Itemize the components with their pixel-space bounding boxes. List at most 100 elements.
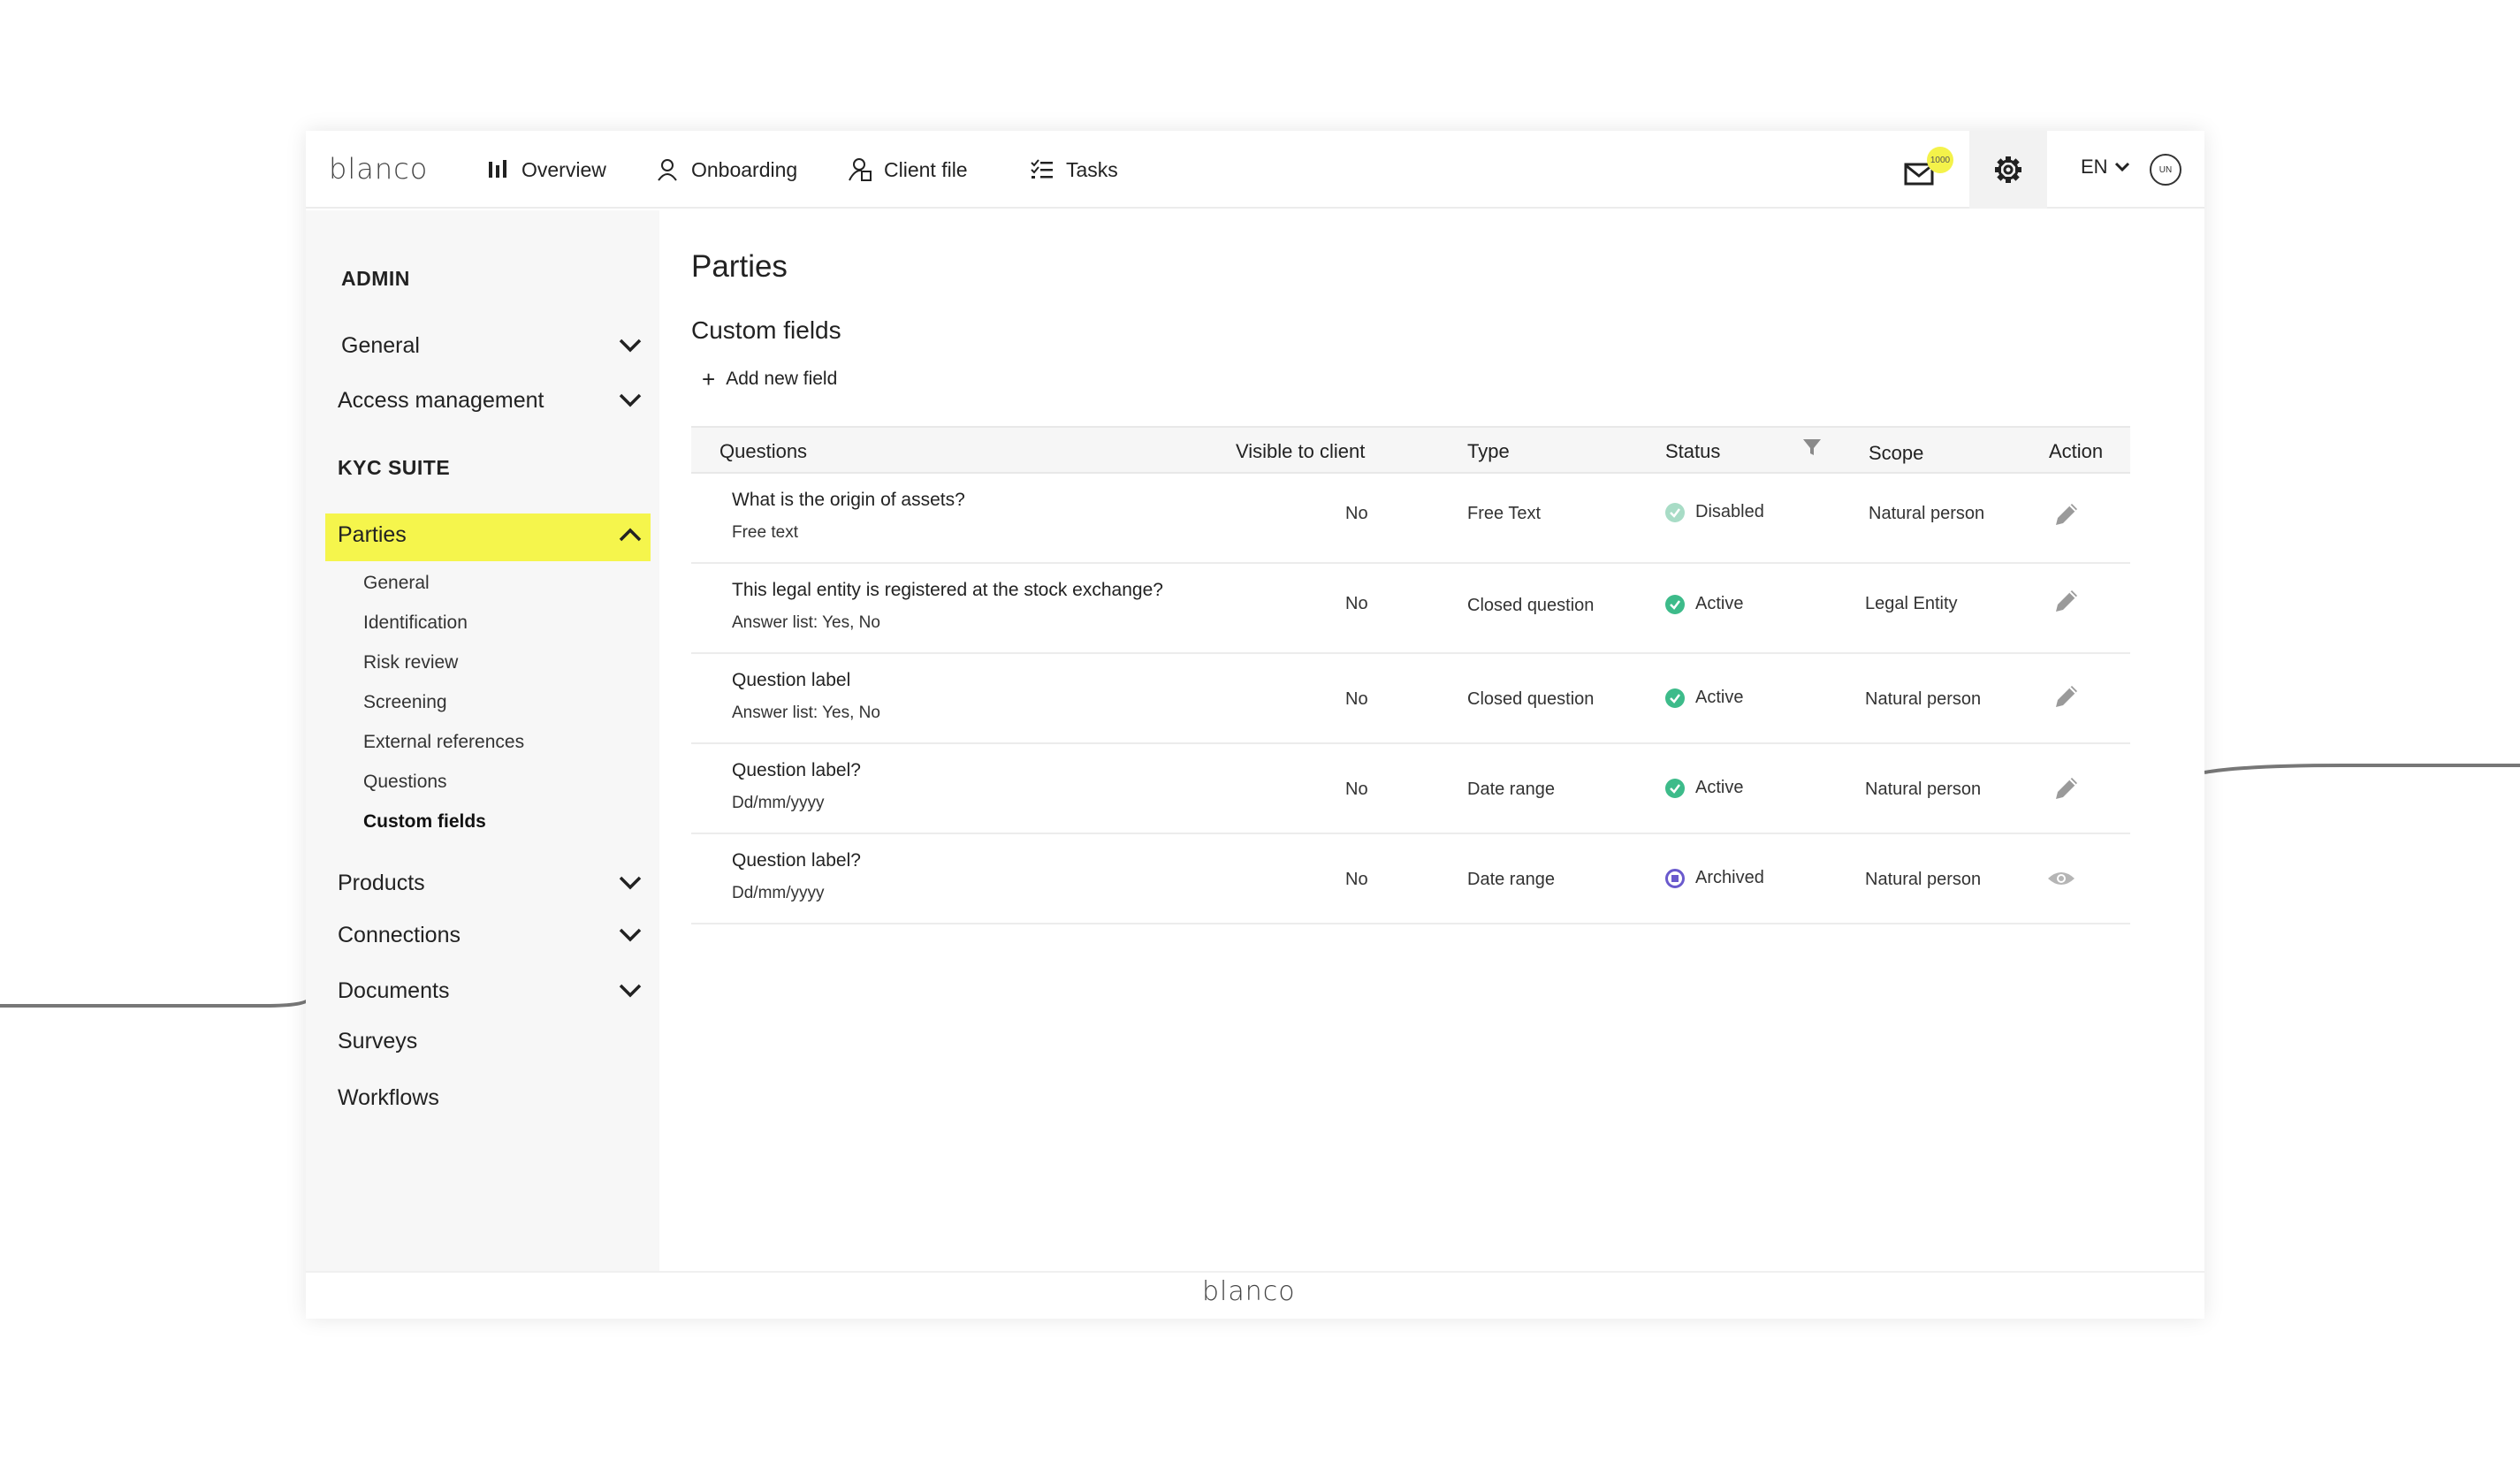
- bar-chart-icon: [484, 156, 511, 183]
- sidebar-item-label: Access management: [338, 387, 544, 413]
- sidebar-subitem-identification[interactable]: Identification: [363, 612, 468, 634]
- question-text: Question label?: [732, 850, 861, 871]
- chevron-down-icon: [617, 870, 643, 896]
- table-row: Question label? Dd/mm/yyyy No Date range…: [691, 834, 2130, 924]
- check-circle-icon: [1665, 778, 1685, 798]
- language-selector[interactable]: EN: [2081, 156, 2131, 179]
- chevron-down-icon: [617, 332, 643, 359]
- sidebar-item-label: Workflows: [338, 1085, 439, 1110]
- check-circle-icon: [1665, 502, 1685, 522]
- check-circle-icon: [1665, 594, 1685, 614]
- sidebar-subitem-custom-fields[interactable]: Custom fields: [363, 811, 486, 833]
- status-label: Disabled: [1695, 502, 1764, 521]
- sidebar-subitem-questions[interactable]: Questions: [363, 772, 447, 793]
- status-cell: Archived: [1665, 868, 1764, 888]
- plus-icon: +: [702, 366, 716, 392]
- archived-icon: [1665, 868, 1685, 888]
- scope-value: Natural person: [1865, 870, 1982, 889]
- nav-client-file[interactable]: Client file: [847, 152, 968, 187]
- page-title: Parties: [691, 249, 788, 284]
- app-window: blanco Overview Onboarding Client file T…: [306, 131, 2204, 1319]
- column-header-scope: Scope: [1869, 442, 1924, 464]
- table-row: Question label? Dd/mm/yyyy No Date range…: [691, 744, 2130, 834]
- eye-icon[interactable]: [2044, 861, 2079, 896]
- question-text: This legal entity is registered at the s…: [732, 580, 1163, 600]
- user-avatar[interactable]: UN: [2150, 154, 2181, 186]
- chevron-down-icon: [617, 922, 643, 948]
- edit-icon[interactable]: [2049, 679, 2084, 714]
- question-subtext: Answer list: Yes, No: [732, 704, 880, 722]
- sidebar-item-products[interactable]: Products: [338, 870, 643, 896]
- edit-icon[interactable]: [2049, 583, 2084, 619]
- chevron-down-icon: [2114, 162, 2129, 172]
- column-header-visible: Visible to client: [1236, 440, 1366, 462]
- status-label: Active: [1695, 688, 1744, 707]
- add-new-field-button[interactable]: + Add new field: [702, 368, 837, 391]
- settings-button[interactable]: [1969, 131, 2047, 209]
- sidebar-item-general[interactable]: General: [341, 332, 643, 359]
- sidebar-item-parties[interactable]: Parties: [338, 521, 643, 548]
- scope-value: Natural person: [1865, 780, 1982, 799]
- user-icon: [654, 156, 681, 183]
- visible-value: No: [1345, 689, 1368, 709]
- scope-value: Legal Entity: [1865, 594, 1958, 613]
- question-text: Question label: [732, 670, 851, 690]
- messages-badge: 1000: [1927, 147, 1953, 173]
- type-value: Date range: [1467, 870, 1555, 889]
- column-header-status: Status: [1665, 440, 1721, 462]
- sidebar-item-label: Connections: [338, 922, 461, 947]
- footer-divider: [306, 1271, 2204, 1273]
- edit-icon[interactable]: [2049, 771, 2084, 806]
- column-header-action: Action: [2049, 440, 2104, 462]
- admin-heading: ADMIN: [341, 267, 410, 290]
- sidebar-item-connections[interactable]: Connections: [338, 922, 643, 948]
- sidebar-item-label: Documents: [338, 977, 450, 1003]
- status-cell: Active: [1665, 688, 1743, 708]
- sidebar-subitem-general[interactable]: General: [363, 573, 430, 594]
- table-header: Questions Visible to client Type Status …: [691, 426, 2130, 474]
- visible-value: No: [1345, 594, 1368, 613]
- question-subtext: Dd/mm/yyyy: [732, 884, 825, 902]
- kyc-suite-heading: KYC SUITE: [338, 456, 451, 479]
- status-label: Active: [1695, 778, 1744, 797]
- nav-overview[interactable]: Overview: [484, 152, 606, 187]
- sidebar-item-workflows[interactable]: Workflows: [338, 1085, 643, 1111]
- nav-overview-label: Overview: [522, 157, 606, 181]
- top-navigation: blanco Overview Onboarding Client file T…: [306, 131, 2204, 209]
- footer-logo: blanco: [1202, 1276, 1296, 1307]
- table-row: This legal entity is registered at the s…: [691, 564, 2130, 654]
- status-cell: Active: [1665, 778, 1743, 798]
- edit-icon[interactable]: [2049, 497, 2084, 532]
- sidebar-subitem-risk-review[interactable]: Risk review: [363, 652, 458, 673]
- tasks-icon: [1029, 156, 1055, 183]
- sidebar-subitem-external-references[interactable]: External references: [363, 732, 524, 753]
- sidebar-item-label: Surveys: [338, 1029, 418, 1053]
- sidebar-item-access-management[interactable]: Access management: [338, 387, 643, 414]
- table-row: Question label Answer list: Yes, No No C…: [691, 654, 2130, 744]
- visible-value: No: [1345, 780, 1368, 799]
- sidebar: ADMIN General Access management KYC SUIT…: [306, 210, 659, 1271]
- question-subtext: Dd/mm/yyyy: [732, 794, 825, 812]
- question-text: What is the origin of assets?: [732, 490, 965, 510]
- nav-tasks[interactable]: Tasks: [1029, 152, 1118, 187]
- sidebar-item-documents[interactable]: Documents: [338, 977, 643, 1004]
- visible-value: No: [1345, 504, 1368, 523]
- brand-logo[interactable]: blanco: [329, 152, 428, 186]
- sidebar-item-label: Parties: [338, 521, 407, 547]
- language-label: EN: [2081, 156, 2108, 178]
- filter-icon[interactable]: [1801, 437, 1823, 463]
- chevron-up-icon: [617, 521, 643, 548]
- gear-icon: [1995, 156, 2021, 183]
- nav-onboarding[interactable]: Onboarding: [654, 152, 797, 187]
- sidebar-item-surveys[interactable]: Surveys: [338, 1029, 643, 1054]
- question-text: Question label?: [732, 760, 861, 780]
- scope-value: Natural person: [1865, 689, 1982, 709]
- client-file-icon: [847, 156, 873, 183]
- chevron-down-icon: [617, 387, 643, 414]
- sidebar-subitem-screening[interactable]: Screening: [363, 692, 447, 713]
- question-subtext: Free text: [732, 523, 798, 542]
- visible-value: No: [1345, 870, 1368, 889]
- check-circle-icon: [1665, 688, 1685, 708]
- type-value: Closed question: [1467, 596, 1595, 615]
- type-value: Closed question: [1467, 689, 1595, 709]
